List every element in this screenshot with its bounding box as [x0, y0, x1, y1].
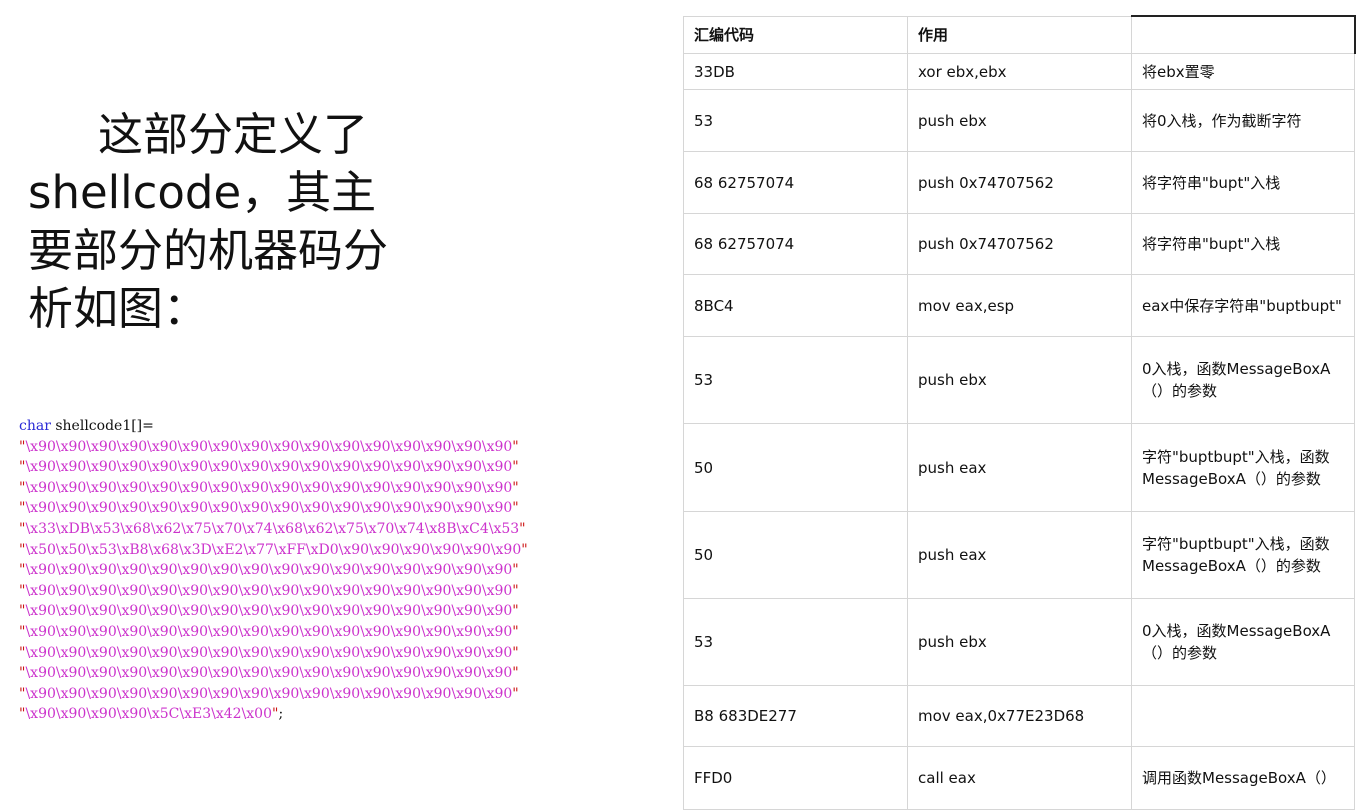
cell-machine-code: 53 [683, 89, 908, 152]
header-blank [1131, 15, 1356, 54]
code-line: "\x90\x90\x90\x90\x90\x90\x90\x90\x90\x9… [19, 623, 519, 640]
cell-asm-instruction: call eax [907, 746, 1132, 810]
code-line: "\x90\x90\x90\x90\x90\x90\x90\x90\x90\x9… [19, 665, 519, 682]
table-row: 50 push eax 字符"buptbupt"入栈，函数MessageBoxA（）… [683, 511, 1355, 599]
code-declaration: shellcode1[]= [50, 418, 154, 434]
cell-machine-code: 68 62757074 [683, 151, 908, 214]
header-purpose: 作用 [907, 15, 1132, 54]
cell-purpose [1131, 685, 1355, 747]
table-row: B8 683DE277 mov eax,0x77E23D68 [683, 685, 1355, 747]
cell-purpose: 将ebx置零 [1131, 53, 1355, 90]
cell-machine-code: 33DB [683, 53, 908, 90]
table-row: 50 push eax 字符"buptbupt"入栈，函数MessageBoxA（）… [683, 423, 1355, 512]
cell-machine-code: 68 62757074 [683, 213, 908, 275]
code-line: "\x90\x90\x90\x90\x90\x90\x90\x90\x90\x9… [19, 459, 519, 476]
cell-purpose: 字符"buptbupt"入栈，函数MessageBoxA（）的参数 [1131, 423, 1355, 512]
cell-asm-instruction: push eax [907, 423, 1132, 512]
code-line: "\x90\x90\x90\x90\x90\x90\x90\x90\x90\x9… [19, 644, 519, 661]
table-row: 68 62757074 push 0x74707562 将字符串"bupt"入栈 [683, 213, 1355, 275]
table-row: 53 push ebx 将0入栈，作为截断字符 [683, 89, 1355, 152]
table-row: FFD0 call eax 调用函数MessageBoxA（） [683, 746, 1355, 810]
cell-asm-instruction: push 0x74707562 [907, 213, 1132, 275]
table-row: 33DB xor ebx,ebx 将ebx置零 [683, 53, 1355, 90]
cell-machine-code: 53 [683, 598, 908, 686]
code-line: "\x90\x90\x90\x90\x90\x90\x90\x90\x90\x9… [19, 479, 519, 496]
code-line: "\x90\x90\x90\x90\x90\x90\x90\x90\x90\x9… [19, 438, 519, 455]
code-line: "\x50\x50\x53\xB8\x68\x3D\xE2\x77\xFF\xD… [19, 541, 528, 558]
cell-machine-code: 50 [683, 511, 908, 599]
cell-asm-instruction: mov eax,0x77E23D68 [907, 685, 1132, 747]
code-line: "\x90\x90\x90\x90\x90\x90\x90\x90\x90\x9… [19, 582, 519, 599]
cell-purpose: 将字符串"bupt"入栈 [1131, 213, 1355, 275]
cell-purpose: 调用函数MessageBoxA（） [1131, 746, 1355, 810]
cell-purpose: 将字符串"bupt"入栈 [1131, 151, 1355, 214]
cell-purpose: eax中保存字符串"buptbupt" [1131, 274, 1355, 337]
cell-asm-instruction: mov eax,esp [907, 274, 1132, 337]
cell-purpose: 0入栈，函数MessageBoxA（）的参数 [1131, 598, 1355, 686]
code-line: "\x90\x90\x90\x90\x90\x90\x90\x90\x90\x9… [19, 685, 519, 702]
cell-asm-instruction: push ebx [907, 336, 1132, 424]
cell-asm-instruction: push eax [907, 511, 1132, 599]
code-line: "\x90\x90\x90\x90\x5C\xE3\x42\x00"; [19, 706, 284, 723]
cell-asm-instruction: push ebx [907, 598, 1132, 686]
cell-machine-code: 50 [683, 423, 908, 512]
cell-purpose: 字符"buptbupt"入栈，函数MessageBoxA（）的参数 [1131, 511, 1355, 599]
cell-asm-instruction: push 0x74707562 [907, 151, 1132, 214]
header-asm-code: 汇编代码 [683, 15, 908, 54]
code-keyword: char [19, 418, 51, 434]
cell-machine-code: B8 683DE277 [683, 685, 908, 747]
cell-purpose: 将0入栈，作为截断字符 [1131, 89, 1355, 152]
table-row: 53 push ebx 0入栈，函数MessageBoxA（）的参数 [683, 598, 1355, 686]
cell-machine-code: 53 [683, 336, 908, 424]
table-row: 8BC4 mov eax,esp eax中保存字符串"buptbupt" [683, 274, 1355, 337]
cell-purpose: 0入栈，函数MessageBoxA（）的参数 [1131, 336, 1355, 424]
table-header-row: 汇编代码 作用 [683, 15, 1356, 54]
code-line: "\x33\xDB\x53\x68\x62\x75\x70\x74\x68\x6… [19, 520, 526, 537]
machine-code-table: 汇编代码 作用 33DB xor ebx,ebx 将ebx置零 53 push ebx 将… [683, 15, 1356, 810]
intro-paragraph: 这部分定义了shellcode，其主要部分的机器码分析如图： [28, 108, 389, 335]
machine-code-table-container: 汇编代码 作用 33DB xor ebx,ebx 将ebx置零 53 push ebx 将… [683, 15, 1356, 810]
code-line: "\x90\x90\x90\x90\x90\x90\x90\x90\x90\x9… [19, 603, 519, 620]
shellcode-listing: char shellcode1[]= "\x90\x90\x90\x90\x90… [19, 416, 528, 725]
code-line: "\x90\x90\x90\x90\x90\x90\x90\x90\x90\x9… [19, 500, 519, 517]
table-row: 68 62757074 push 0x74707562 将字符串"bupt"入栈 [683, 151, 1355, 214]
table-row: 53 push ebx 0入栈，函数MessageBoxA（）的参数 [683, 336, 1355, 424]
cell-machine-code: 8BC4 [683, 274, 908, 337]
code-line: "\x90\x90\x90\x90\x90\x90\x90\x90\x90\x9… [19, 562, 519, 579]
cell-asm-instruction: xor ebx,ebx [907, 53, 1132, 90]
cell-machine-code: FFD0 [683, 746, 908, 810]
cell-asm-instruction: push ebx [907, 89, 1132, 152]
